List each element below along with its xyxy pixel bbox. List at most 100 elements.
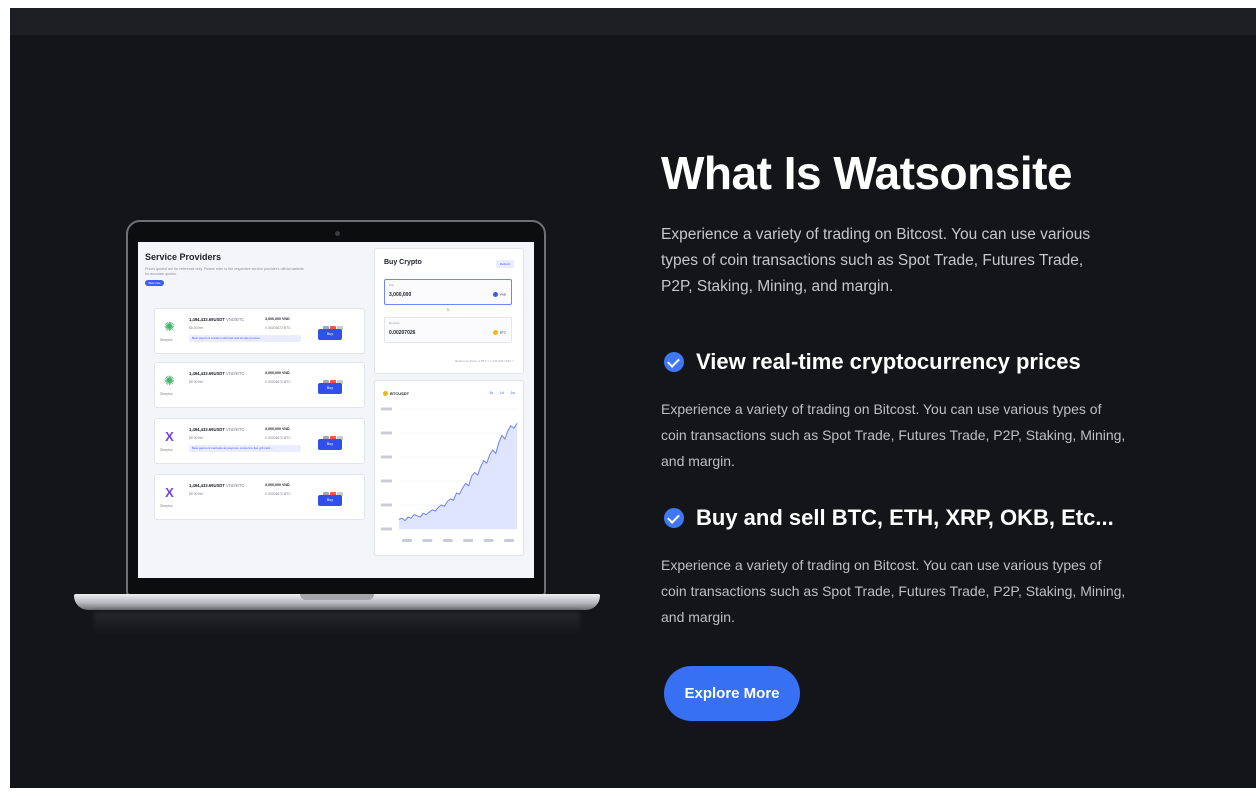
chart-point [483, 460, 485, 461]
pay-currency[interactable]: VND [492, 292, 506, 297]
chart-y-tick [381, 455, 392, 459]
payment-methods-icon [323, 317, 345, 330]
chart-point [425, 514, 427, 515]
receive-currency[interactable]: BTC [493, 330, 506, 335]
chart-point [404, 520, 406, 521]
provider-fee: $0.00 fee [189, 380, 204, 384]
provider-logo-icon: ✺ [164, 373, 175, 388]
chart-point [471, 475, 472, 477]
camera-dot [335, 231, 340, 236]
provider-amount-crypto: 0.00204672 BTC [265, 326, 291, 330]
chart-pair: BTCUSDT [383, 391, 409, 397]
pay-value: 3,000,000 [389, 292, 412, 298]
tab-1d[interactable]: 1d [500, 391, 504, 395]
reference-price: Reference Price: 1 BTC ≈ 1,449,433 VND ↗ [455, 359, 514, 363]
chart-y-tick [381, 479, 392, 483]
laptop-base [74, 594, 600, 610]
tab-1h[interactable]: 1h [489, 391, 493, 395]
swap-icon[interactable]: ⇅ [446, 307, 449, 312]
laptop-screen: Service Providers Prices quoted are for … [138, 242, 534, 578]
chart-x-tick [442, 539, 453, 542]
provider-buy-button[interactable]: Buy [318, 383, 342, 394]
provider-name: Simplex [160, 392, 173, 396]
provider-buy-button[interactable]: Buy [318, 495, 342, 506]
chart-point [489, 454, 491, 455]
chart-point [474, 472, 475, 473]
chart-point [416, 515, 418, 517]
chart-timeframe-tabs: 1h 1d 1w [483, 391, 515, 395]
provider-rate: 1,494,433.69USDT VND/BTC [189, 371, 245, 376]
provider-fee: $0.00 fee [189, 326, 204, 330]
chart-point [513, 427, 515, 429]
provider-logo-icon: X [165, 429, 174, 444]
chart-point [428, 511, 430, 513]
chart-area [399, 423, 517, 529]
check-circle-icon [664, 508, 684, 528]
receive-label: Receive [389, 321, 400, 325]
chart-x-tick [463, 539, 474, 542]
payment-methods-icon [323, 371, 345, 384]
chart-point [495, 453, 497, 454]
provider-rate: 1,494,433.69USDT VND/BTC [189, 427, 245, 432]
laptop-mockup: Service Providers Prices quoted are for … [74, 220, 600, 640]
best-rate-pill: Best rate [145, 280, 164, 286]
chart-point [507, 430, 509, 431]
chart-x-tick [422, 539, 433, 542]
chart-point [431, 509, 433, 511]
provider-buy-button[interactable]: Buy [318, 439, 342, 450]
receive-field[interactable]: Receive 0.00207026 BTC [384, 317, 512, 343]
provider-rate: 1,494,433.69USDT VND/BTC [189, 483, 245, 488]
provider-amount: 3,000,000 VND [265, 427, 290, 431]
provider-amount-crypto: 0.00204672 BTC [265, 492, 291, 496]
chart-point [437, 507, 439, 508]
laptop-notch [300, 594, 374, 600]
chart-point [401, 517, 403, 519]
chart-point [480, 466, 482, 467]
page-frame: Service Providers Prices quoted are for … [10, 8, 1256, 788]
service-providers-panel: Service Providers Prices quoted are for … [145, 252, 371, 572]
check-circle-icon [664, 352, 684, 372]
chart-point [407, 516, 409, 518]
feature-title: Buy and sell BTC, ETH, XRP, OKB, Etc... [696, 505, 1114, 530]
provider-note: Best payment methods as payouts, convert… [189, 445, 301, 452]
section-title: What Is Watsonsite [661, 147, 1073, 199]
provider-fee: $0.00 fee [189, 492, 204, 496]
provider-buy-button[interactable]: Buy [318, 329, 342, 340]
tab-1w[interactable]: 1w [511, 391, 515, 395]
chart-point [498, 442, 500, 443]
chart-point [510, 425, 512, 427]
feature-description: Experience a variety of trading on Bitco… [661, 401, 1126, 469]
feature-title: View real-time cryptocurrency prices [696, 349, 1081, 374]
pay-field[interactable]: Pay 3,000,000 VND [384, 279, 512, 305]
pay-label: Pay [389, 283, 395, 287]
chart-point [462, 487, 463, 489]
provider-name: Simplex [160, 338, 173, 342]
laptop-lid: Service Providers Prices quoted are for … [126, 220, 546, 596]
laptop-reflection [94, 612, 580, 634]
feature-item: View real-time cryptocurrency prices [664, 349, 1081, 375]
chart-point [453, 499, 454, 501]
chart-y-tick [381, 431, 392, 435]
chart-x-tick [483, 539, 494, 542]
chart-point [492, 449, 494, 451]
chart-point [447, 501, 448, 502]
provider-rate: 1,494,433.69USDT VND/BTC [189, 317, 245, 322]
refresh-badge[interactable]: Refresh [496, 260, 514, 268]
provider-name: Simplex [160, 504, 173, 508]
chart-point [410, 517, 412, 519]
explore-more-button[interactable]: Explore More [664, 666, 800, 721]
provider-amount: 3,000,000 VND [265, 317, 290, 321]
chart-point [477, 474, 479, 476]
chart-x-tick [402, 539, 412, 542]
chart-point [516, 423, 518, 424]
feature-description: Experience a variety of trading on Bitco… [661, 557, 1126, 625]
chart-point [465, 483, 466, 484]
price-chart [381, 407, 518, 542]
service-providers-description: Prices quoted are for reference only. Pl… [145, 267, 304, 276]
chart-point [468, 485, 469, 487]
chart-point [419, 516, 421, 518]
chart-point [413, 514, 415, 515]
payment-methods-icon [323, 483, 345, 496]
feature-item: Buy and sell BTC, ETH, XRP, OKB, Etc... [664, 505, 1114, 531]
chart-y-tick [381, 407, 392, 411]
